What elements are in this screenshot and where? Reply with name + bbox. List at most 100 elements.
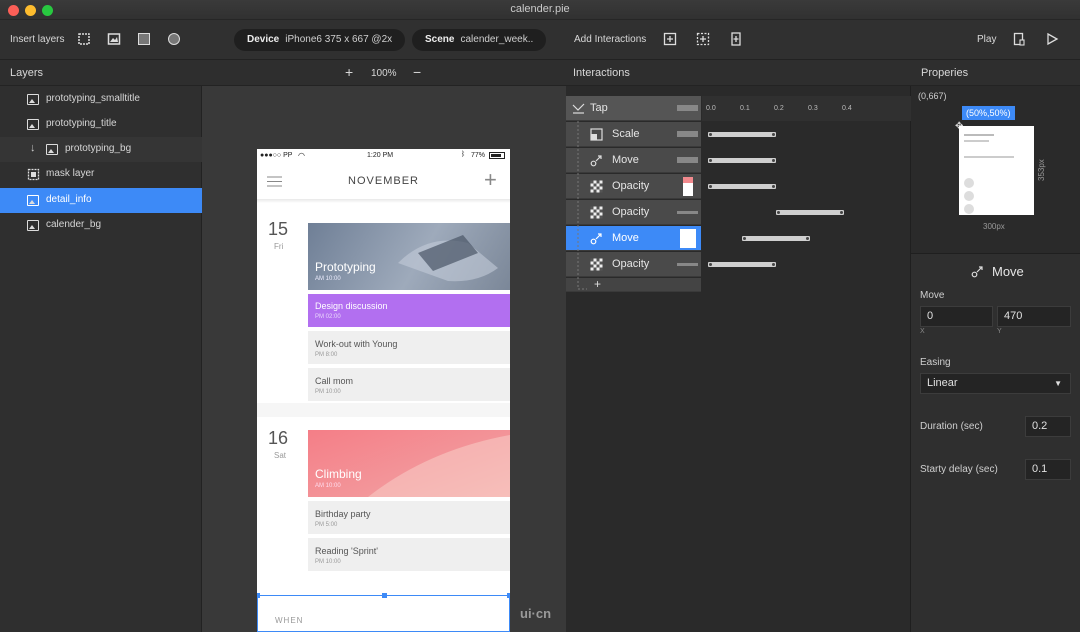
layer-item[interactable]: calender_bg — [0, 213, 202, 238]
play-icon[interactable] — [1045, 32, 1059, 46]
anchor-point-badge: (50%,50%) — [962, 106, 1015, 120]
panel-headers: Layers + 100% − Interactions Properies — [0, 60, 1080, 86]
insert-ellipse-icon[interactable] — [167, 32, 181, 46]
duration-input[interactable]: 0.2 — [1025, 416, 1071, 437]
timeline-duration-bar[interactable] — [776, 210, 844, 215]
preview-width-label: 300px — [983, 222, 1005, 231]
day-number: 16 — [268, 428, 289, 448]
add-interaction-icon[interactable] — [663, 32, 677, 46]
design-canvas[interactable]: ●●●○○ PP ◠ 1:20 PM ᛒ 77% NOVEMBER + 15 F… — [202, 86, 566, 632]
duration-label: Duration (sec) — [920, 421, 983, 432]
event-card[interactable]: Reading 'Sprint' PM 10:00 — [308, 538, 510, 571]
phone-artboard[interactable]: ●●●○○ PP ◠ 1:20 PM ᛒ 77% NOVEMBER + 15 F… — [257, 149, 510, 632]
wifi-icon: ◠ — [298, 151, 305, 160]
event-card-image[interactable]: Prototyping AM 10:00 — [308, 223, 510, 290]
add-scene-icon[interactable] — [729, 32, 743, 46]
timeline-duration-bar[interactable] — [708, 132, 776, 137]
insert-layer-icon[interactable] — [77, 32, 91, 46]
layer-item[interactable]: mask layer — [0, 162, 202, 187]
image-layer-icon — [27, 119, 39, 130]
image-layer-icon — [27, 94, 39, 105]
time-tick: 0.3 — [808, 105, 818, 112]
add-animation-button[interactable]: + — [594, 277, 601, 291]
chevron-down-icon: ▼ — [1054, 379, 1062, 388]
event-time: AM 10:00 — [315, 276, 341, 282]
bluetooth-icon: ᛒ — [461, 151, 466, 158]
interactions-panel: Tap Scale Move Opacity Opacity Move Opac… — [566, 86, 911, 632]
month-title: NOVEMBER — [348, 175, 419, 187]
scale-icon — [590, 128, 603, 141]
battery-icon — [489, 152, 505, 159]
tap-gesture-icon — [572, 103, 585, 114]
layer-label: prototyping_smalltitle — [46, 93, 140, 104]
resize-handle[interactable] — [507, 593, 510, 598]
trigger-row-tap[interactable]: Tap — [566, 96, 701, 121]
layer-item-selected[interactable]: detail_info — [0, 188, 202, 213]
event-title: Prototyping — [315, 260, 376, 274]
add-interactions-label: Add Interactions — [574, 34, 647, 45]
event-card[interactable]: Call mom PM 10:00 — [308, 368, 510, 401]
timeline-duration-bar[interactable] — [708, 184, 776, 189]
event-time: AM 10:00 — [315, 483, 341, 489]
when-label: WHEN — [275, 616, 304, 625]
properties-header: Properies — [921, 67, 969, 79]
layer-label: prototyping_bg — [65, 143, 132, 154]
insert-rectangle-icon[interactable] — [137, 32, 151, 46]
opacity-icon — [590, 258, 603, 271]
zoom-in-button[interactable]: + — [345, 64, 353, 80]
delay-input[interactable]: 0.1 — [1025, 459, 1071, 480]
status-time: 1:20 PM — [367, 152, 394, 159]
resize-handle[interactable] — [382, 593, 387, 598]
layer-item[interactable]: prototyping_smalltitle — [0, 87, 202, 112]
animation-label: Opacity — [612, 206, 650, 218]
scene-selector[interactable]: Scene calender_week.. — [412, 29, 547, 51]
insert-image-icon[interactable] — [107, 32, 121, 46]
layer-item[interactable]: ↓ prototyping_bg — [0, 137, 202, 162]
x-input[interactable]: 0 — [920, 306, 993, 327]
device-preview-icon[interactable] — [1012, 32, 1026, 46]
interactions-header: Interactions — [573, 67, 630, 79]
event-card-image[interactable]: Climbing AM 10:00 — [308, 430, 510, 497]
timeline-duration-bar[interactable] — [742, 236, 810, 241]
move-icon — [590, 233, 602, 245]
title-bar: calender.pie — [0, 0, 1080, 20]
event-card[interactable]: Work-out with Young PM 8:00 — [308, 331, 510, 364]
timeline[interactable]: 0.0 0.1 0.2 0.3 0.4 — [702, 96, 911, 296]
event-card[interactable]: Design discussion PM 02:00 — [308, 294, 510, 327]
divider — [911, 253, 1080, 254]
device-value: iPhone6 375 x 667 @2x — [285, 34, 393, 45]
time-tick: 0.1 — [740, 105, 750, 112]
day-of-week: Sat — [274, 451, 287, 460]
event-title: Work-out with Young — [315, 339, 398, 349]
device-selector[interactable]: Device iPhone6 375 x 667 @2x — [234, 29, 406, 51]
move-icon — [971, 266, 983, 278]
easing-select[interactable]: Linear ▼ — [920, 373, 1071, 394]
timeline-ruler — [702, 96, 911, 121]
layer-label: calender_bg — [46, 219, 102, 230]
target-thumbnail — [677, 131, 698, 137]
insert-layers-label: Insert layers — [10, 34, 65, 45]
origin-coordinate: (0,667) — [918, 91, 947, 101]
section-title: Move — [992, 264, 1024, 279]
timeline-duration-bar[interactable] — [708, 158, 776, 163]
nav-shadow — [257, 199, 510, 203]
layer-item[interactable]: prototyping_title — [0, 112, 202, 137]
mask-layer-icon — [27, 168, 40, 181]
event-time: PM 10:00 — [315, 389, 341, 395]
easing-label: Easing — [920, 357, 951, 368]
time-tick: 0.4 — [842, 105, 852, 112]
opacity-icon — [590, 180, 603, 193]
layer-label: prototyping_title — [46, 118, 117, 129]
watermark-logo: ui·cn — [520, 606, 552, 621]
event-card[interactable]: Birthday party PM 5:00 — [308, 501, 510, 534]
y-input[interactable]: 470 — [997, 306, 1071, 327]
mask-arrow-icon: ↓ — [30, 142, 36, 154]
device-label: Device — [247, 34, 280, 45]
selected-layer-bounds[interactable]: WHEN — [257, 593, 510, 632]
timeline-duration-bar[interactable] — [708, 262, 776, 267]
animation-label: Move — [612, 154, 639, 166]
add-event-icon[interactable]: + — [484, 167, 497, 193]
zoom-out-button[interactable]: − — [413, 64, 421, 80]
resize-handle[interactable] — [257, 593, 260, 598]
add-state-icon[interactable] — [696, 32, 710, 46]
